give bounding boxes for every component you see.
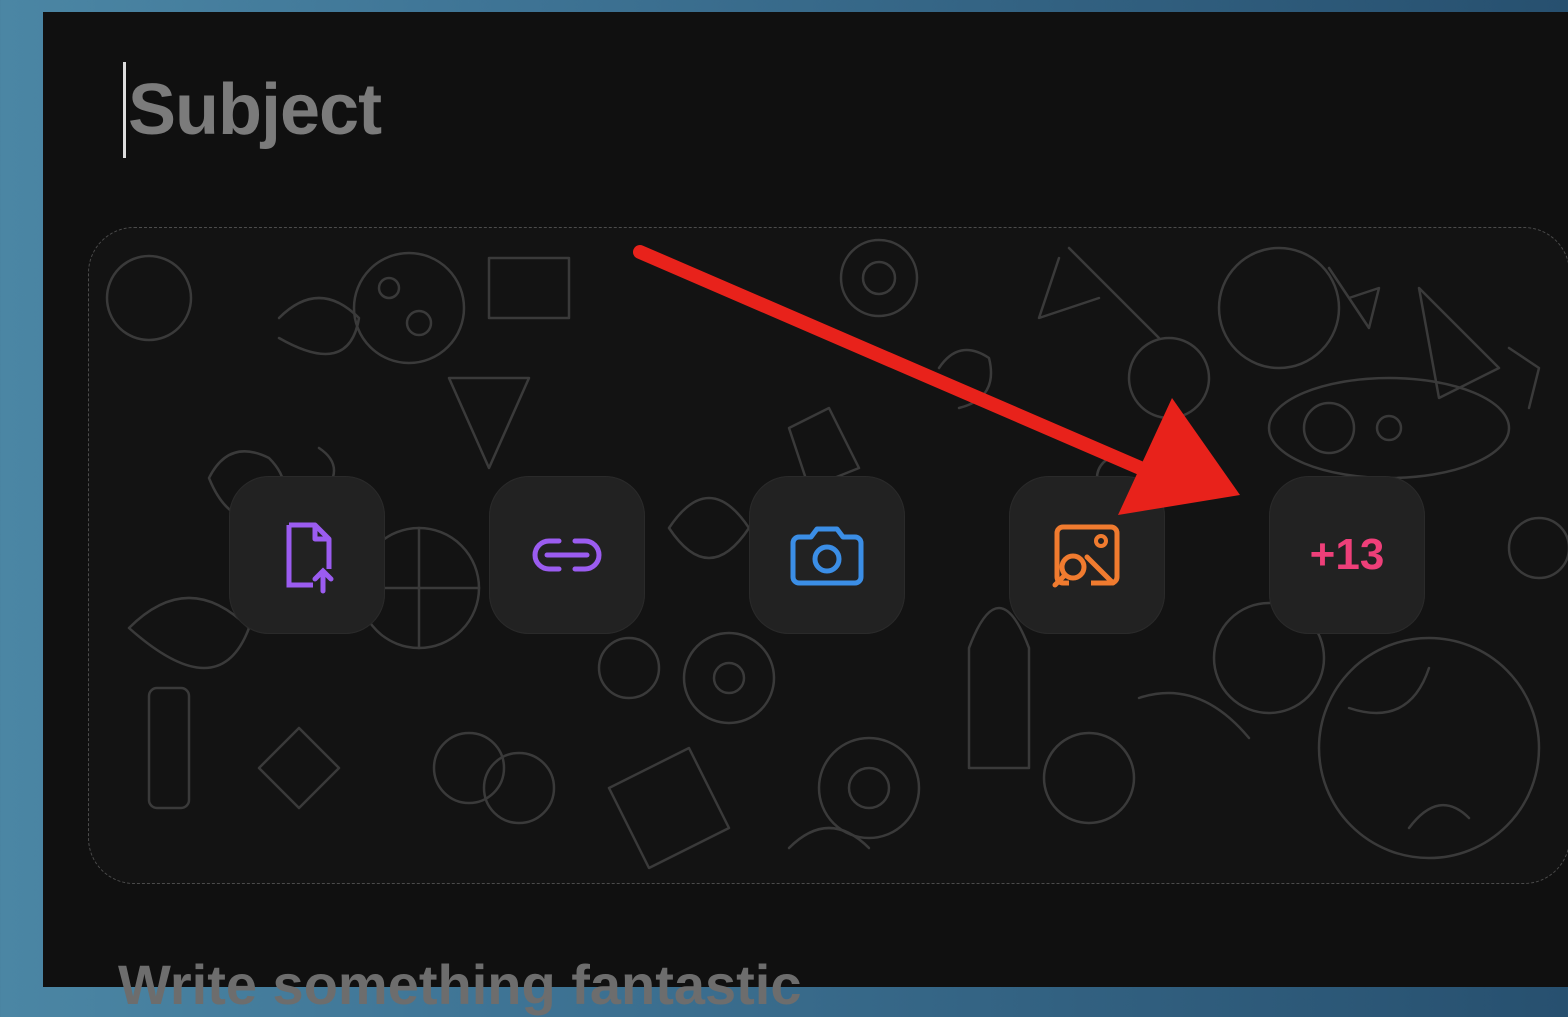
compose-panel: Subject +13 Write something fantastic (43, 12, 1568, 1016)
image-search-button[interactable] (1009, 476, 1165, 634)
image-search-icon (1052, 524, 1120, 588)
more-tools-count: +13 (1309, 530, 1385, 579)
attachment-drop-zone[interactable]: +13 (88, 227, 1568, 884)
upload-file-button[interactable] (229, 476, 385, 634)
file-upload-icon (286, 522, 334, 594)
body-placeholder[interactable]: Write something fantastic (118, 952, 802, 1017)
more-tools-button[interactable]: +13 (1269, 476, 1425, 634)
text-cursor (123, 62, 126, 158)
camera-icon (790, 526, 864, 586)
camera-button[interactable] (749, 476, 905, 634)
subject-placeholder: Subject (128, 70, 382, 150)
link-icon (532, 538, 602, 572)
insert-link-button[interactable] (489, 476, 645, 634)
subject-field[interactable]: Subject (123, 60, 382, 160)
